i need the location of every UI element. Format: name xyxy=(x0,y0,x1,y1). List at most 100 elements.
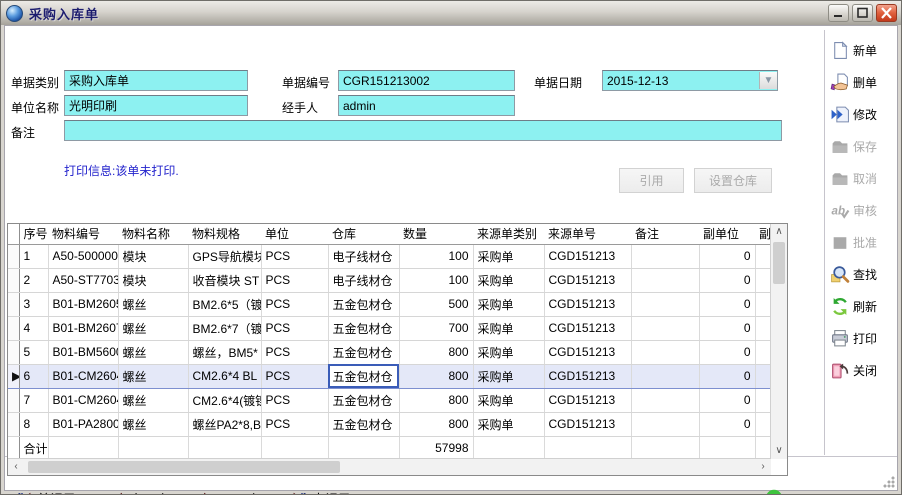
table-cell[interactable]: 采购单 xyxy=(473,268,544,292)
minimize-button[interactable] xyxy=(828,4,849,22)
toolbar-audit-button[interactable]: ab 审核 xyxy=(830,198,902,222)
row-selector[interactable] xyxy=(8,244,19,268)
table-cell[interactable]: CGD151213 xyxy=(544,364,631,388)
table-cell[interactable]: PCS xyxy=(261,268,328,292)
table-cell[interactable]: CGD151213 xyxy=(544,268,631,292)
table-cell[interactable]: CGD151213 xyxy=(544,316,631,340)
table-cell[interactable]: 6 xyxy=(19,364,48,388)
scroll-right-icon[interactable]: › xyxy=(755,459,771,475)
table-cell[interactable]: 螺丝 xyxy=(118,388,188,412)
column-header[interactable]: 数量 xyxy=(399,224,473,244)
table-cell[interactable]: 五金包材仓 xyxy=(328,292,399,316)
table-cell[interactable]: CGD151213 xyxy=(544,292,631,316)
column-header[interactable]: 备注 xyxy=(631,224,699,244)
table-cell[interactable]: 采购单 xyxy=(473,388,544,412)
table-cell[interactable]: 500 xyxy=(399,292,473,316)
table-cell[interactable]: 0 xyxy=(699,364,755,388)
table-cell[interactable]: 螺丝 xyxy=(118,364,188,388)
doc-type-field[interactable] xyxy=(64,70,248,91)
vertical-scroll-thumb[interactable] xyxy=(773,242,785,284)
toolbar-exit-button[interactable]: 关闭 xyxy=(830,358,902,382)
table-cell[interactable]: B01-PA2800 xyxy=(48,412,118,436)
table-cell[interactable]: B01-CM2604 xyxy=(48,388,118,412)
row-selector[interactable] xyxy=(8,340,19,364)
row-selector[interactable] xyxy=(8,316,19,340)
table-row[interactable]: ▶6B01-CM2604螺丝CM2.6*4 BLPCS五金包材仓800采购单CG… xyxy=(8,364,771,388)
table-cell[interactable] xyxy=(755,292,771,316)
remark-field[interactable] xyxy=(64,120,782,141)
table-cell[interactable]: B01-BM2607 xyxy=(48,316,118,340)
table-cell[interactable]: 700 xyxy=(399,316,473,340)
table-cell[interactable]: 采购单 xyxy=(473,292,544,316)
toolbar-delete-button[interactable]: 删单 xyxy=(830,70,902,94)
table-cell[interactable]: 五金包材仓 xyxy=(328,364,399,388)
table-cell[interactable]: 电子线材仓 xyxy=(328,244,399,268)
table-cell[interactable]: 0 xyxy=(699,316,755,340)
toolbar-print-button[interactable]: 打印 xyxy=(830,326,902,350)
vertical-scrollbar[interactable]: ∧ ∨ xyxy=(770,224,787,459)
table-cell[interactable]: 8 xyxy=(19,412,48,436)
table-cell[interactable]: CGD151213 xyxy=(544,340,631,364)
table-cell[interactable]: 螺丝，BM5* xyxy=(188,340,261,364)
table-cell[interactable] xyxy=(755,412,771,436)
table-cell[interactable]: CGD151213 xyxy=(544,412,631,436)
table-cell[interactable]: 7 xyxy=(19,388,48,412)
previous-record-button[interactable]: 上一个 xyxy=(110,487,169,495)
table-row[interactable]: 2A50-ST7703模块收音模块 STPCS电子线材仓100采购单CGD151… xyxy=(8,268,771,292)
table-row[interactable]: 8B01-PA2800螺丝螺丝PA2*8,BPCS五金包材仓800采购单CGD1… xyxy=(8,412,771,436)
title-bar[interactable]: 采购入库单 xyxy=(1,1,901,25)
table-cell[interactable]: 800 xyxy=(399,340,473,364)
table-cell[interactable]: 电子线材仓 xyxy=(328,268,399,292)
table-cell[interactable] xyxy=(631,412,699,436)
table-cell[interactable]: 采购单 xyxy=(473,340,544,364)
table-row[interactable]: 7B01-CM2604螺丝CM2.6*4(镀镍PCS五金包材仓800采购单CGD… xyxy=(8,388,771,412)
table-cell[interactable]: 采购单 xyxy=(473,244,544,268)
table-cell[interactable]: CM2.6*4(镀镍 xyxy=(188,388,261,412)
set-warehouse-button[interactable]: 设置仓库 xyxy=(694,168,772,193)
table-cell[interactable] xyxy=(631,388,699,412)
table-cell[interactable]: 五金包材仓 xyxy=(328,316,399,340)
current-row-marker[interactable]: ▶ xyxy=(8,364,19,388)
toolbar-modify-button[interactable]: 修改 xyxy=(830,102,902,126)
table-cell[interactable]: 螺丝 xyxy=(118,340,188,364)
table-cell[interactable] xyxy=(755,388,771,412)
table-cell[interactable]: 采购单 xyxy=(473,412,544,436)
table-row[interactable]: 4B01-BM2607螺丝BM2.6*7（镀PCS五金包材仓700采购单CGD1… xyxy=(8,316,771,340)
resize-grip[interactable] xyxy=(882,475,895,488)
table-cell[interactable] xyxy=(631,364,699,388)
toolbar-find-button[interactable]: 查找 xyxy=(830,262,902,286)
table-cell[interactable]: 螺丝 xyxy=(118,316,188,340)
row-selector[interactable] xyxy=(8,412,19,436)
table-cell[interactable]: PCS xyxy=(261,412,328,436)
table-cell[interactable]: 螺丝 xyxy=(118,412,188,436)
horizontal-scroll-thumb[interactable] xyxy=(28,461,340,473)
table-cell[interactable]: 0 xyxy=(699,412,755,436)
table-row[interactable]: 5B01-BM5600螺丝螺丝，BM5*PCS五金包材仓800采购单CGD151… xyxy=(8,340,771,364)
table-row[interactable]: 1A50-500000模块GPS导航模块PCS电子线材仓100采购单CGD151… xyxy=(8,244,771,268)
table-cell[interactable] xyxy=(631,244,699,268)
table-cell[interactable] xyxy=(631,292,699,316)
column-header[interactable]: 物料规格 xyxy=(188,224,261,244)
table-cell[interactable]: 1 xyxy=(19,244,48,268)
table-cell[interactable]: 0 xyxy=(699,340,755,364)
column-header[interactable]: 单位 xyxy=(261,224,328,244)
table-cell[interactable] xyxy=(755,340,771,364)
table-cell[interactable]: PCS xyxy=(261,244,328,268)
table-cell[interactable]: B01-BM5600 xyxy=(48,340,118,364)
row-selector[interactable] xyxy=(8,292,19,316)
column-header[interactable]: 物料编号 xyxy=(48,224,118,244)
last-record-button[interactable]: 末记录 xyxy=(292,487,351,495)
column-header[interactable]: 副单位 xyxy=(699,224,755,244)
table-cell[interactable]: 螺丝PA2*8,B xyxy=(188,412,261,436)
table-cell[interactable]: 0 xyxy=(699,268,755,292)
table-cell[interactable]: 800 xyxy=(399,388,473,412)
toolbar-new-button[interactable]: 新单 xyxy=(830,38,902,62)
row-selector[interactable] xyxy=(8,388,19,412)
table-cell[interactable]: 五金包材仓 xyxy=(328,388,399,412)
toolbar-refresh-button[interactable]: 刷新 xyxy=(830,294,902,318)
table-cell[interactable]: 3 xyxy=(19,292,48,316)
scroll-left-icon[interactable]: ‹ xyxy=(8,459,24,475)
table-cell[interactable]: 五金包材仓 xyxy=(328,412,399,436)
table-cell[interactable]: 100 xyxy=(399,268,473,292)
handler-field[interactable] xyxy=(338,95,515,116)
